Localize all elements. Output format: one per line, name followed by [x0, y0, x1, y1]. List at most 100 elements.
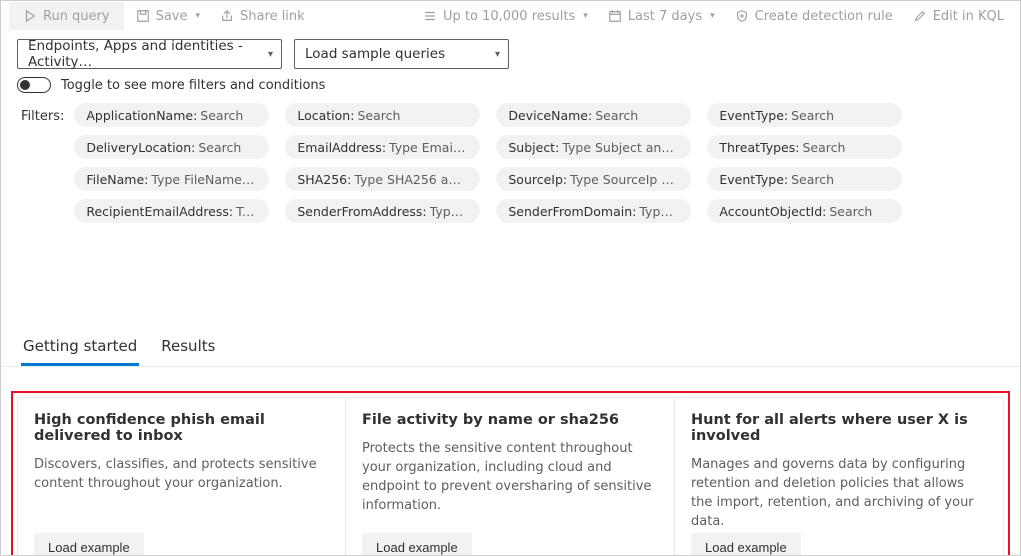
filter-value: Type Send…	[430, 204, 469, 219]
chevron-down-icon: ▾	[196, 11, 201, 21]
top-toolbar: Run query Save ▾ Share link Up to 10,000…	[1, 1, 1020, 31]
share-link-button[interactable]: Share link	[212, 2, 313, 30]
run-query-label: Run query	[43, 9, 110, 24]
filter-value: Search	[791, 108, 834, 123]
chevron-down-icon: ▾	[495, 49, 500, 60]
filter-value: Search	[829, 204, 872, 219]
time-range-button[interactable]: Last 7 days ▾	[600, 2, 723, 30]
example-card: File activity by name or sha256 Protects …	[345, 397, 675, 556]
filter-chip[interactable]: DeviceName: Search	[496, 103, 691, 127]
filter-key: EventType:	[719, 108, 788, 123]
card-description: Discovers, classifies, and protects sens…	[34, 456, 329, 494]
tab-getting-started-label: Getting started	[23, 337, 137, 355]
filter-grid: ApplicationName: SearchLocation: SearchD…	[74, 103, 902, 223]
chevron-down-icon: ▾	[268, 49, 273, 60]
results-limit-button[interactable]: Up to 10,000 results ▾	[415, 2, 596, 30]
save-button[interactable]: Save ▾	[128, 2, 208, 30]
card-description: Manages and governs data by configuring …	[691, 456, 987, 531]
tab-getting-started[interactable]: Getting started	[21, 327, 139, 366]
filter-key: DeviceName:	[508, 108, 592, 123]
scope-select-value: Endpoints, Apps and identities - Activit…	[28, 38, 268, 70]
filter-chip[interactable]: SenderFromAddress: Type Send…	[285, 199, 480, 223]
filters-label: Filters:	[21, 103, 64, 124]
getting-started-cards: High confidence phish email delivered to…	[11, 391, 1010, 556]
save-label: Save	[156, 9, 188, 24]
filter-value: Search	[791, 172, 834, 187]
filter-chip[interactable]: ThreatTypes: Search	[707, 135, 902, 159]
filter-chip[interactable]: SHA256: Type SHA256 and pres…	[285, 167, 480, 191]
filter-chip[interactable]: SourceIp: Type SourceIp and pre…	[496, 167, 691, 191]
share-icon	[220, 9, 234, 23]
filters-toggle-row: Toggle to see more filters and condition…	[1, 73, 1020, 99]
filter-key: ThreatTypes:	[719, 140, 799, 155]
card-title: File activity by name or sha256	[362, 412, 658, 428]
load-sample-select[interactable]: Load sample queries ▾	[294, 39, 509, 69]
scope-selects-row: Endpoints, Apps and identities - Activit…	[1, 31, 1020, 73]
filter-chip[interactable]: FileName: Type FileName and pr…	[74, 167, 269, 191]
create-detection-rule-button[interactable]: Create detection rule	[727, 2, 901, 30]
edit-kql-label: Edit in KQL	[933, 9, 1004, 24]
filter-chip[interactable]: EmailAddress: Type EmailAddres…	[285, 135, 480, 159]
tabs: Getting started Results	[1, 327, 1020, 367]
filter-key: Subject:	[508, 140, 559, 155]
filter-chip[interactable]: ApplicationName: Search	[74, 103, 269, 127]
filter-value: Type Rec…	[236, 204, 257, 219]
filter-chip[interactable]: SenderFromDomain: Type Sende…	[496, 199, 691, 223]
filters-toggle[interactable]	[17, 77, 51, 93]
filter-key: Location:	[297, 108, 354, 123]
filters-section: Filters: ApplicationName: SearchLocation…	[1, 99, 1020, 227]
results-limit-label: Up to 10,000 results	[443, 9, 575, 24]
filter-key: SHA256:	[297, 172, 351, 187]
filter-key: SenderFromDomain:	[508, 204, 636, 219]
create-rule-label: Create detection rule	[755, 9, 893, 24]
filter-chip[interactable]: Subject: Type Subject and press …	[496, 135, 691, 159]
filter-key: SenderFromAddress:	[297, 204, 426, 219]
filter-chip[interactable]: EventType: Search	[707, 103, 902, 127]
filter-value: Search	[802, 140, 845, 155]
edit-icon	[913, 9, 927, 23]
load-example-button[interactable]: Load example	[362, 533, 472, 556]
filter-key: SourceIp:	[508, 172, 567, 187]
filter-chip[interactable]: Location: Search	[285, 103, 480, 127]
shield-add-icon	[735, 9, 749, 23]
filter-value: Search	[595, 108, 638, 123]
edit-in-kql-button[interactable]: Edit in KQL	[905, 2, 1012, 30]
filter-value: Type EmailAddres…	[389, 140, 468, 155]
run-query-button[interactable]: Run query	[9, 2, 124, 30]
filter-value: Type FileName and pr…	[151, 172, 257, 187]
filter-value: Search	[200, 108, 243, 123]
play-icon	[23, 9, 37, 23]
card-title: Hunt for all alerts where user X is invo…	[691, 412, 987, 444]
filter-value: Type SourceIp and pre…	[570, 172, 679, 187]
filters-toggle-label: Toggle to see more filters and condition…	[61, 78, 325, 93]
example-card: Hunt for all alerts where user X is invo…	[674, 397, 1004, 556]
filter-value: Search	[357, 108, 400, 123]
chevron-down-icon: ▾	[710, 11, 715, 21]
tab-results-label: Results	[161, 337, 215, 355]
filter-key: RecipientEmailAddress:	[86, 204, 233, 219]
filter-key: EmailAddress:	[297, 140, 386, 155]
list-icon	[423, 9, 437, 23]
filter-chip[interactable]: EventType: Search	[707, 167, 902, 191]
tab-results[interactable]: Results	[159, 327, 217, 366]
load-example-button[interactable]: Load example	[34, 533, 144, 556]
filter-key: ApplicationName:	[86, 108, 197, 123]
filter-chip[interactable]: RecipientEmailAddress: Type Rec…	[74, 199, 269, 223]
filter-value: Type Subject and press …	[562, 140, 679, 155]
filter-key: DeliveryLocation:	[86, 140, 195, 155]
load-example-button[interactable]: Load example	[691, 533, 801, 556]
scope-select[interactable]: Endpoints, Apps and identities - Activit…	[17, 39, 282, 69]
calendar-icon	[608, 9, 622, 23]
filter-value: Search	[198, 140, 241, 155]
filter-chip[interactable]: AccountObjectId: Search	[707, 199, 902, 223]
card-description: Protects the sensitive content throughou…	[362, 440, 658, 515]
filter-key: FileName:	[86, 172, 148, 187]
card-title: High confidence phish email delivered to…	[34, 412, 329, 444]
load-sample-value: Load sample queries	[305, 46, 445, 62]
filter-chip[interactable]: DeliveryLocation: Search	[74, 135, 269, 159]
save-icon	[136, 9, 150, 23]
filter-key: EventType:	[719, 172, 788, 187]
filter-value: Type SHA256 and pres…	[354, 172, 468, 187]
filter-value: Type Sende…	[639, 204, 679, 219]
time-range-label: Last 7 days	[628, 9, 702, 24]
